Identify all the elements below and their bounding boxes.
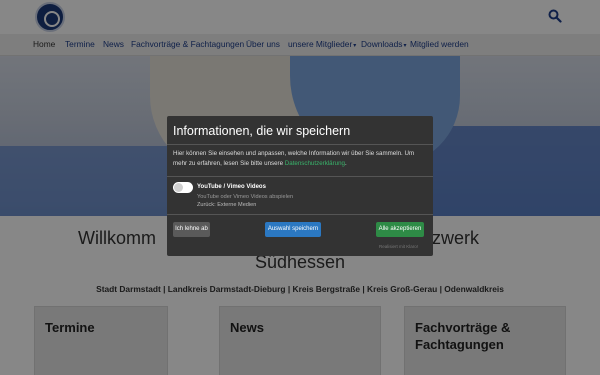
service-title: YouTube / Vimeo Videos	[197, 184, 266, 190]
youtube-vimeo-toggle[interactable]	[173, 182, 193, 193]
dialog-description: Hier können Sie einsehen und anpassen, w…	[173, 149, 423, 169]
cookie-consent-dialog: Informationen, die wir speichern Hier kö…	[167, 116, 433, 256]
dialog-title: Informationen, die wir speichern	[173, 124, 351, 138]
service-description: YouTube oder Vimeo Videos abspielen	[197, 194, 294, 200]
service-purpose: Zurück: Externe Medien	[197, 202, 257, 208]
accept-all-button[interactable]: Alle akzeptieren	[376, 222, 424, 237]
klaro-credit-link[interactable]: Realisiert mit Klaro!	[379, 244, 418, 249]
divider	[167, 176, 433, 177]
decline-button[interactable]: Ich lehne ab	[173, 222, 210, 237]
dialog-description-end: .	[345, 160, 347, 167]
privacy-policy-link[interactable]: Datenschutzerklärung	[285, 160, 345, 167]
divider	[167, 214, 433, 215]
save-selection-button[interactable]: Auswahl speichern	[265, 222, 321, 237]
divider	[167, 144, 433, 145]
